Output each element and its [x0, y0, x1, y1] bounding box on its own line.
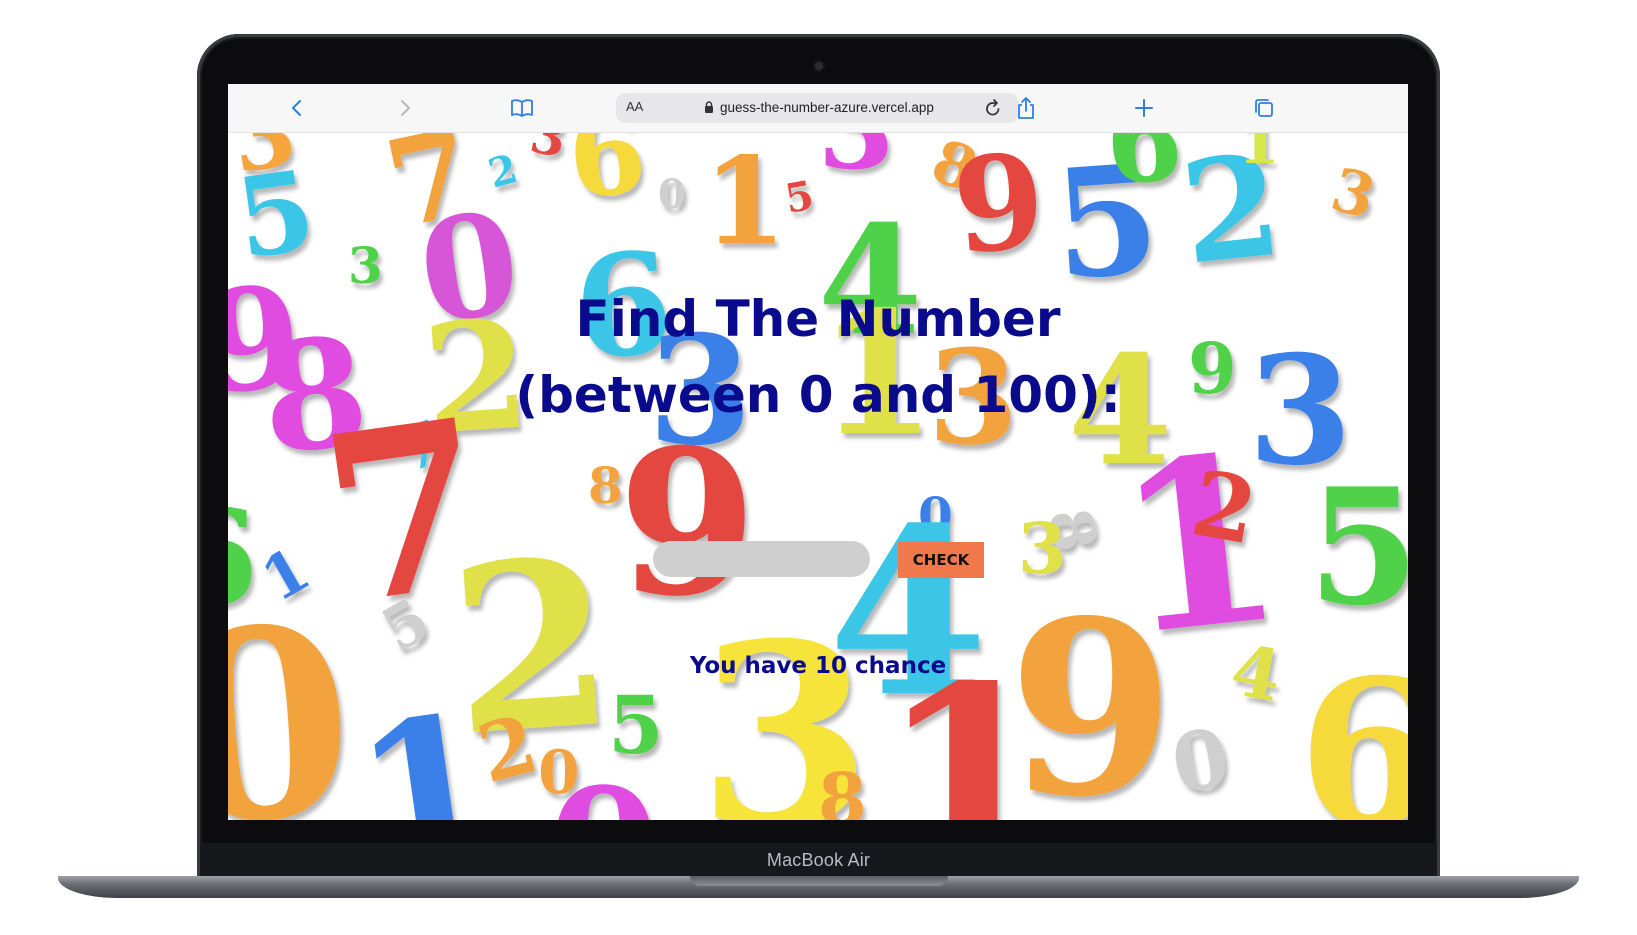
svg-text:9: 9 [1008, 568, 1175, 820]
check-button[interactable]: CHECK [898, 542, 984, 578]
svg-text:3: 3 [818, 133, 895, 194]
svg-text:6: 6 [562, 133, 652, 224]
svg-text:5: 5 [782, 172, 818, 223]
svg-text:1: 1 [1238, 133, 1280, 178]
device-model-label: MacBook Air [766, 850, 871, 870]
page-title: Find The Number (between 0 and 100): [228, 281, 1408, 433]
svg-text:3: 3 [1324, 155, 1382, 233]
screen: AA guess-the-number-azure.vercel.app 3 7… [228, 84, 1408, 820]
address-bar[interactable]: AA guess-the-number-azure.vercel.app [616, 93, 1018, 123]
svg-text:3: 3 [526, 133, 571, 169]
svg-text:0: 0 [1165, 709, 1236, 811]
svg-text:0: 0 [548, 753, 659, 820]
guess-input[interactable] [653, 541, 870, 577]
share-icon[interactable] [1011, 93, 1041, 123]
stage: MacBook Air AA guess-the-number-azure.ve… [0, 0, 1637, 935]
svg-text:0: 0 [658, 171, 686, 218]
title-line-2: (between 0 and 100): [515, 366, 1121, 424]
book-icon[interactable] [507, 93, 537, 123]
lock-icon [704, 101, 714, 119]
web-page: 3 7 5 2 3 6 0 1 5 3 8 9 5 2 3 6 1 [228, 133, 1408, 820]
reload-icon[interactable] [984, 98, 1002, 123]
title-line-1: Find The Number [575, 290, 1061, 348]
svg-text:6: 6 [1103, 133, 1186, 209]
url-text: guess-the-number-azure.vercel.app [720, 100, 934, 115]
svg-text:1: 1 [703, 133, 787, 272]
chevron-right-icon[interactable] [390, 93, 420, 123]
browser-toolbar: AA guess-the-number-azure.vercel.app [228, 84, 1408, 133]
chevron-left-icon[interactable] [282, 93, 312, 123]
svg-text:9: 9 [947, 133, 1050, 284]
plus-icon[interactable] [1129, 93, 1159, 123]
svg-text:8: 8 [818, 757, 867, 820]
svg-text:5: 5 [1308, 453, 1408, 641]
numbers-background-image: 3 7 5 2 3 6 0 1 5 3 8 9 5 2 3 6 1 [228, 133, 1408, 820]
chances-status: You have 10 chance [689, 653, 947, 679]
tabs-icon[interactable] [1249, 93, 1279, 123]
text-size-button[interactable]: AA [626, 99, 643, 114]
camera-icon [815, 62, 823, 70]
laptop-notch [690, 876, 948, 886]
